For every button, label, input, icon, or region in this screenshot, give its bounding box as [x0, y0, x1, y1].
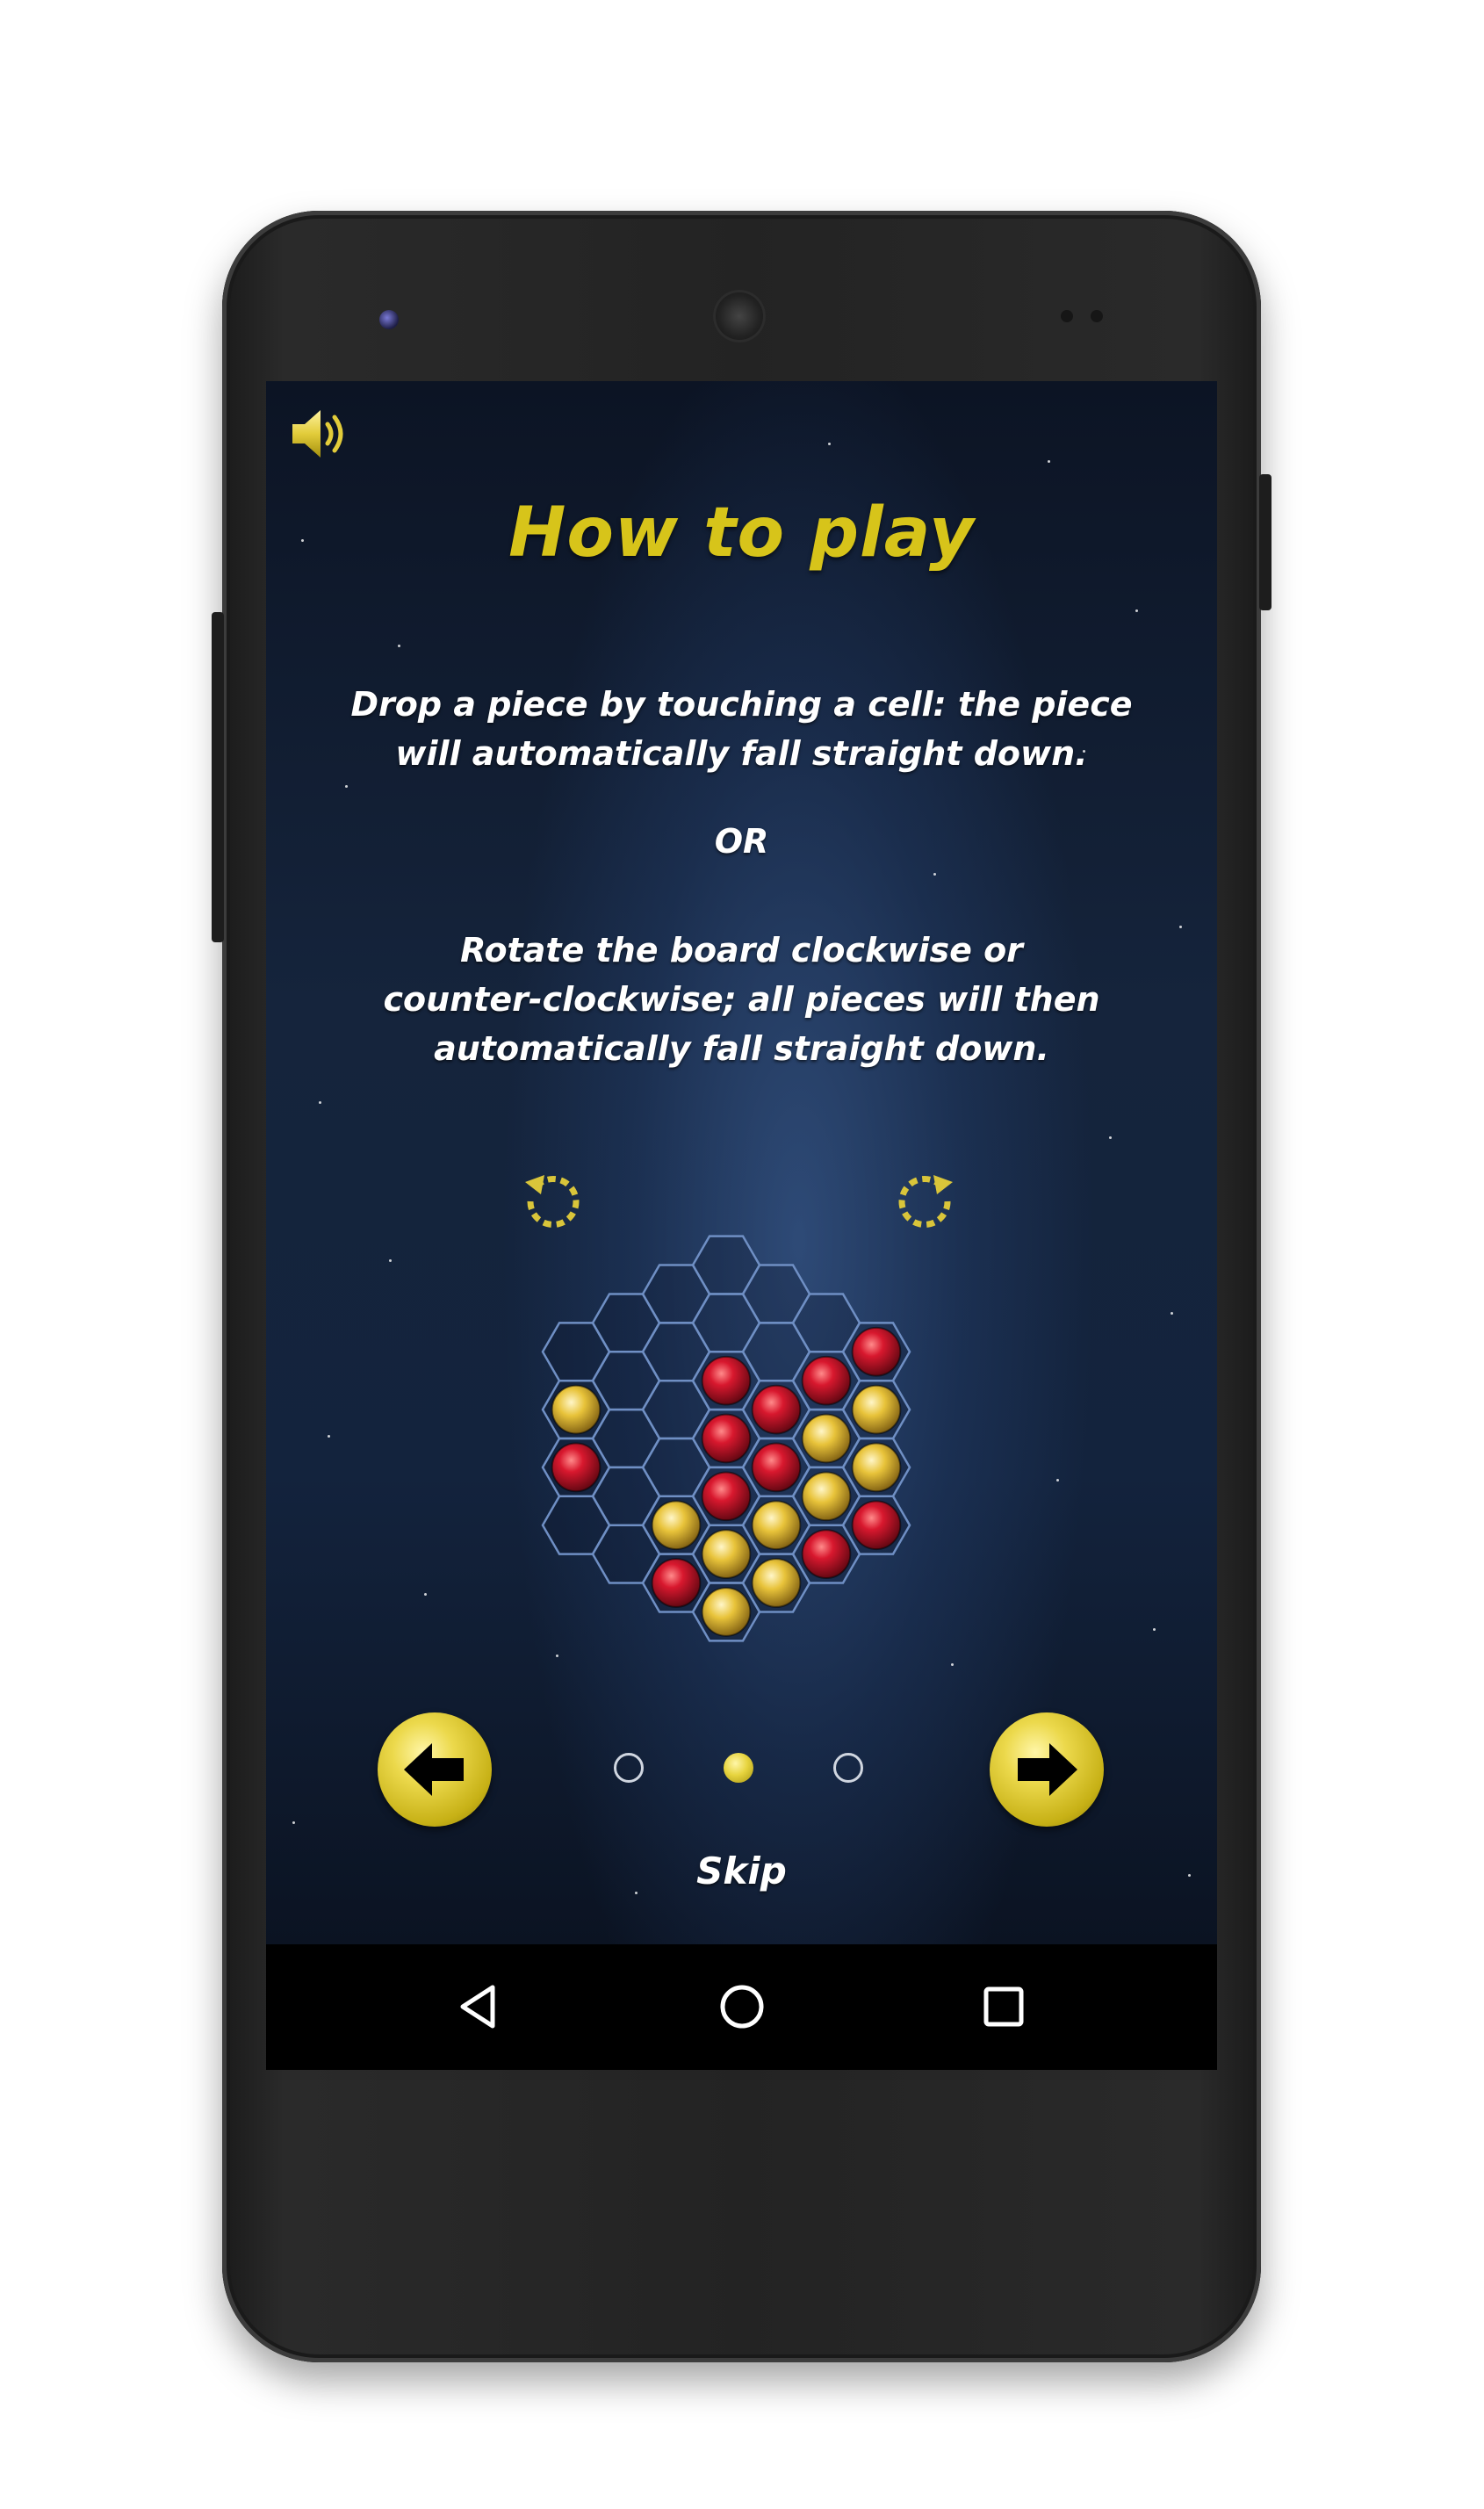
red-piece: [551, 1442, 602, 1493]
next-button[interactable]: [990, 1712, 1104, 1827]
yellow-piece: [751, 1558, 802, 1608]
red-piece: [851, 1500, 902, 1551]
red-piece: [701, 1471, 752, 1522]
back-triangle-icon[interactable]: [449, 1975, 512, 2038]
yellow-piece: [801, 1413, 852, 1464]
front-sensor-left: [1061, 310, 1073, 322]
yellow-piece: [651, 1500, 702, 1551]
previous-button[interactable]: [378, 1712, 492, 1827]
page-indicator-3[interactable]: [833, 1753, 863, 1783]
yellow-piece: [801, 1471, 852, 1522]
proximity-sensor: [379, 310, 399, 329]
android-navigation-bar: [266, 1944, 1217, 2070]
red-piece: [701, 1413, 752, 1464]
red-piece: [701, 1355, 752, 1406]
recents-square-icon[interactable]: [972, 1975, 1035, 2038]
earpiece-speaker: [713, 290, 766, 342]
yellow-piece: [701, 1529, 752, 1579]
hex-game-board[interactable]: [266, 381, 1217, 1944]
home-circle-icon[interactable]: [710, 1975, 774, 2038]
red-piece: [801, 1529, 852, 1579]
red-piece: [851, 1326, 902, 1377]
yellow-piece: [751, 1500, 802, 1551]
red-piece: [651, 1558, 702, 1608]
yellow-piece: [701, 1587, 752, 1637]
page-indicator-2[interactable]: [724, 1753, 753, 1783]
front-sensor-right: [1091, 310, 1103, 322]
power-button: [1259, 474, 1271, 610]
skip-link[interactable]: Skip: [266, 1849, 1217, 1893]
app-screen: How to play Drop a piece by touching a c…: [266, 381, 1217, 1944]
red-piece: [801, 1355, 852, 1406]
yellow-piece: [551, 1384, 602, 1435]
volume-button: [212, 612, 224, 942]
yellow-piece: [851, 1384, 902, 1435]
arrow-left-icon: [404, 1743, 464, 1796]
arrow-right-icon: [1018, 1743, 1077, 1796]
red-piece: [751, 1384, 802, 1435]
red-piece: [751, 1442, 802, 1493]
page-indicator-1[interactable]: [614, 1753, 644, 1783]
yellow-piece: [851, 1442, 902, 1493]
